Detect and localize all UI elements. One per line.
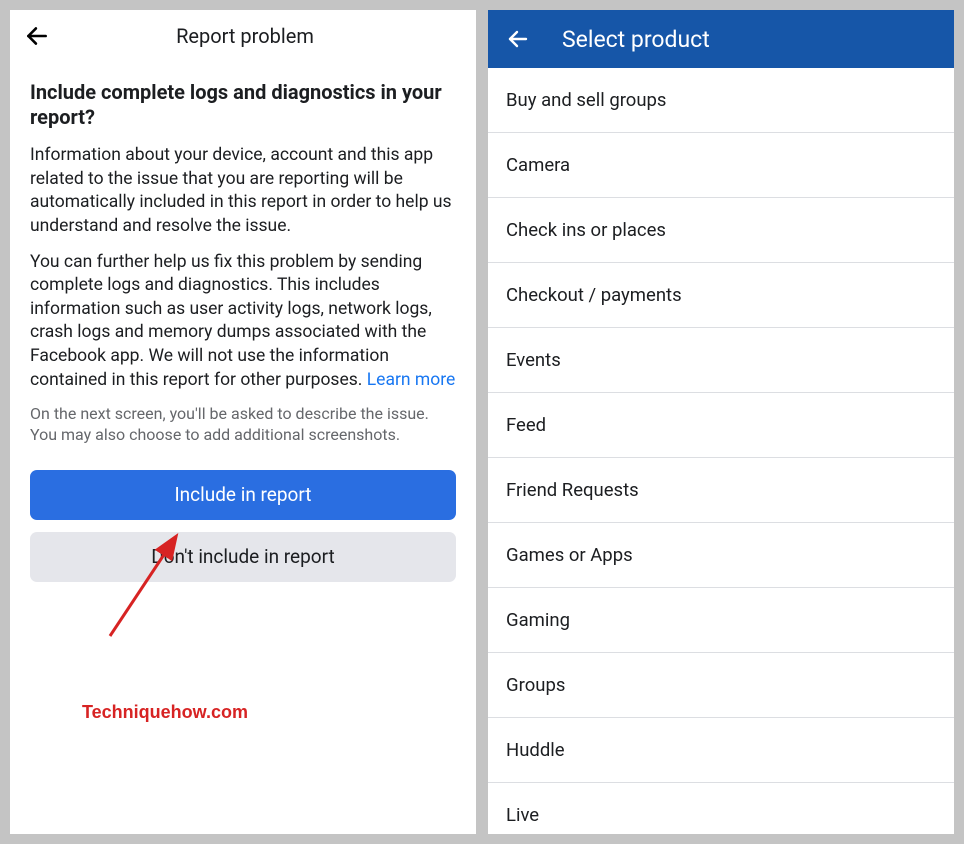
select-product-screen: Select product Buy and sell groups Camer… bbox=[488, 10, 954, 834]
diagnostics-heading: Include complete logs and diagnostics in… bbox=[30, 80, 456, 130]
product-item-checkins[interactable]: Check ins or places bbox=[488, 198, 954, 263]
include-in-report-button[interactable]: Include in report bbox=[30, 470, 456, 520]
product-item-buy-sell[interactable]: Buy and sell groups bbox=[488, 68, 954, 133]
right-header: Select product bbox=[488, 10, 954, 68]
right-header-title: Select product bbox=[562, 26, 710, 53]
back-arrow-icon bbox=[24, 23, 50, 49]
product-item-games-apps[interactable]: Games or Apps bbox=[488, 523, 954, 588]
back-button-right[interactable] bbox=[506, 22, 540, 56]
product-item-live[interactable]: Live bbox=[488, 783, 954, 834]
next-screen-note: On the next screen, you'll be asked to d… bbox=[30, 404, 456, 446]
product-list: Buy and sell groups Camera Check ins or … bbox=[488, 68, 954, 834]
product-item-feed[interactable]: Feed bbox=[488, 393, 954, 458]
product-item-gaming[interactable]: Gaming bbox=[488, 588, 954, 653]
dont-include-button[interactable]: Don't include in report bbox=[30, 532, 456, 582]
product-item-friend-requests[interactable]: Friend Requests bbox=[488, 458, 954, 523]
watermark-text: Techniquehow.com bbox=[82, 702, 248, 723]
product-item-huddle[interactable]: Huddle bbox=[488, 718, 954, 783]
left-content: Include complete logs and diagnostics in… bbox=[10, 68, 476, 594]
product-item-events[interactable]: Events bbox=[488, 328, 954, 393]
para-device-info: Information about your device, account a… bbox=[30, 144, 456, 239]
product-item-camera[interactable]: Camera bbox=[488, 133, 954, 198]
back-button-left[interactable] bbox=[24, 19, 58, 53]
product-item-groups[interactable]: Groups bbox=[488, 653, 954, 718]
back-arrow-icon bbox=[506, 27, 530, 51]
left-header-title: Report problem bbox=[58, 24, 462, 48]
product-item-checkout[interactable]: Checkout / payments bbox=[488, 263, 954, 328]
learn-more-link[interactable]: Learn more bbox=[367, 370, 456, 390]
para-logs-info: You can further help us fix this problem… bbox=[30, 251, 456, 393]
left-header: Report problem bbox=[10, 10, 476, 68]
report-problem-screen: Report problem Include complete logs and… bbox=[10, 10, 476, 834]
